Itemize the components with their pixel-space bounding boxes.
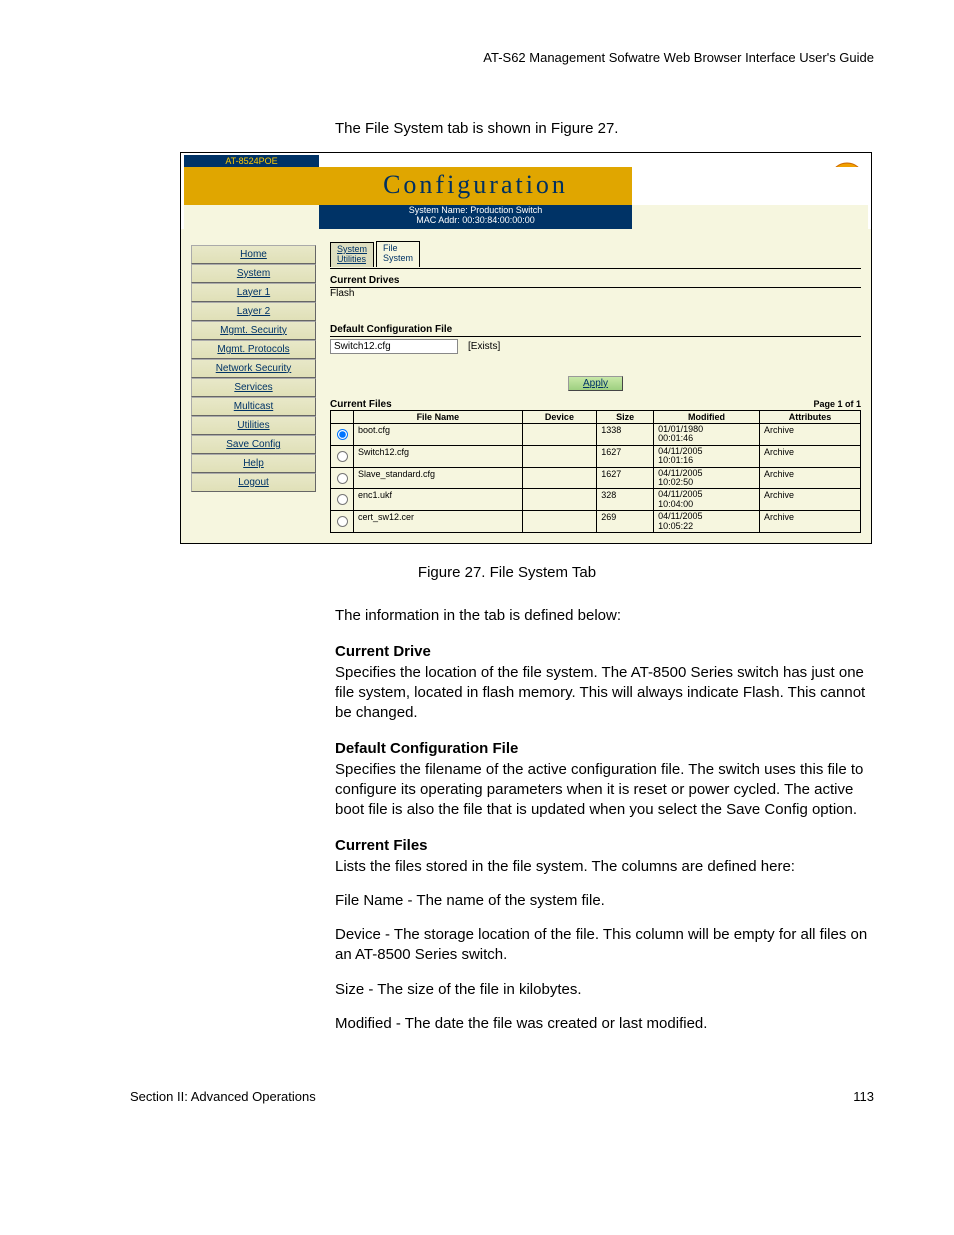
page-title: Configuration: [319, 167, 632, 205]
sidebar-item-help[interactable]: Help: [191, 454, 316, 473]
config-file-input[interactable]: [330, 339, 458, 354]
apply-button[interactable]: Apply: [568, 376, 623, 391]
file-select-radio[interactable]: [337, 429, 348, 440]
system-info-strip: System Name: Production Switch MAC Addr:…: [319, 205, 632, 229]
footer-section: Section II: Advanced Operations: [130, 1089, 316, 1104]
sidebar-item-home[interactable]: Home: [191, 245, 316, 264]
sidebar-item-mgmt-protocols[interactable]: Mgmt. Protocols: [191, 340, 316, 359]
sidebar-item-layer2[interactable]: Layer 2: [191, 302, 316, 321]
sidebar-item-services[interactable]: Services: [191, 378, 316, 397]
sidebar-item-utilities[interactable]: Utilities: [191, 416, 316, 435]
sidebar-item-logout[interactable]: Logout: [191, 473, 316, 492]
sidebar-item-network-security[interactable]: Network Security: [191, 359, 316, 378]
table-row: Slave_standard.cfg162704/11/2005 10:02:5…: [331, 467, 861, 489]
col-size: Size: [597, 410, 654, 423]
sidebar: Home System Layer 1 Layer 2 Mgmt. Securi…: [191, 245, 316, 533]
figure-caption: Figure 27. File System Tab: [140, 564, 874, 581]
table-row: cert_sw12.cer26904/11/2005 10:05:22Archi…: [331, 511, 861, 533]
main-panel: System Utilities File System Current Dri…: [330, 237, 861, 533]
sidebar-item-layer1[interactable]: Layer 1: [191, 283, 316, 302]
config-exists-label: [Exists]: [468, 341, 500, 352]
current-drives-value: Flash: [330, 288, 861, 299]
sidebar-item-mgmt-security[interactable]: Mgmt. Security: [191, 321, 316, 340]
model-label: AT-8524POE: [184, 155, 319, 167]
table-row: Switch12.cfg162704/11/2005 10:01:16Archi…: [331, 445, 861, 467]
current-drives-title: Current Drives: [330, 275, 861, 286]
table-row: enc1.ukf32804/11/2005 10:04:00Archive: [331, 489, 861, 511]
sidebar-item-system[interactable]: System: [191, 264, 316, 283]
doc-header: AT-S62 Management Sofwatre Web Browser I…: [130, 50, 874, 65]
file-select-radio[interactable]: [337, 451, 348, 462]
col-filename: File Name: [354, 410, 523, 423]
footer-page-number: 113: [853, 1089, 874, 1104]
file-select-radio[interactable]: [337, 494, 348, 505]
screenshot-figure: AT-8524POE Configuration Sy: [180, 152, 872, 544]
files-table: File Name Device Size Modified Attribute…: [330, 410, 861, 533]
intro-text: The File System tab is shown in Figure 2…: [335, 120, 874, 137]
col-attributes: Attributes: [760, 410, 861, 423]
table-row: boot.cfg133801/01/1980 00:01:46Archive: [331, 423, 861, 445]
titlebar: AT-8524POE Configuration Sy: [181, 153, 871, 229]
file-select-radio[interactable]: [337, 473, 348, 484]
default-config-title: Default Configuration File: [330, 324, 861, 335]
col-device: Device: [522, 410, 597, 423]
sidebar-item-multicast[interactable]: Multicast: [191, 397, 316, 416]
body-text: The information in the tab is defined be…: [335, 606, 874, 1034]
current-files-title: Current Files: [330, 399, 861, 410]
tab-row: System Utilities File System: [330, 237, 861, 267]
sidebar-item-save-config[interactable]: Save Config: [191, 435, 316, 454]
tab-system-utilities[interactable]: System Utilities: [330, 242, 374, 267]
file-select-radio[interactable]: [337, 516, 348, 527]
col-modified: Modified: [654, 410, 760, 423]
tab-file-system[interactable]: File System: [376, 241, 420, 267]
